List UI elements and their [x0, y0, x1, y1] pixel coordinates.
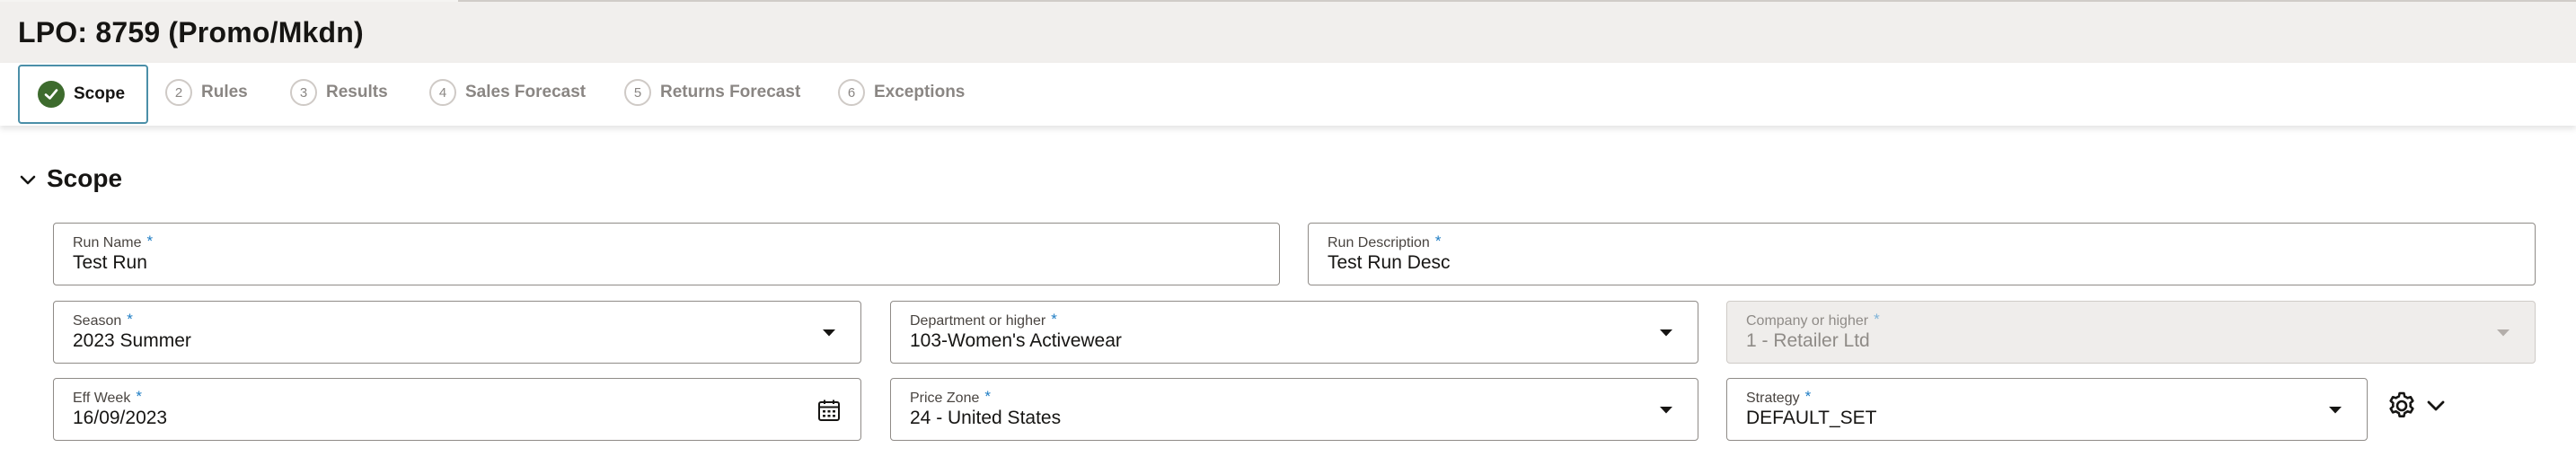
step-number-badge: 5	[624, 79, 651, 106]
department-select[interactable]: Department or higher * 103-Women's Active…	[890, 301, 1698, 364]
company-value: 1 - Retailer Ltd	[1746, 330, 1870, 351]
field-label: Department or higher *	[910, 311, 1057, 329]
run-description-input[interactable]: Test Run Desc	[1328, 252, 1451, 274]
calendar-icon[interactable]	[816, 397, 842, 424]
field-label: Run Name *	[73, 233, 154, 250]
department-value[interactable]: 103-Women's Activewear	[910, 330, 1122, 352]
train-step-scope[interactable]: Scope	[18, 65, 148, 124]
required-marker: *	[1874, 311, 1880, 328]
section-title: Scope	[47, 163, 123, 192]
scope-section-header[interactable]: Scope	[18, 162, 122, 195]
chevron-down-icon	[2490, 320, 2517, 347]
required-marker: *	[146, 233, 154, 250]
train-step-label: Scope	[74, 84, 126, 103]
season-select[interactable]: Season * 2023 Summer	[53, 301, 861, 364]
required-marker: *	[136, 388, 142, 405]
season-value[interactable]: 2023 Summer	[73, 330, 191, 352]
eff-week-input[interactable]: 16/09/2023	[73, 408, 167, 429]
run-description-field[interactable]: Run Description * Test Run Desc	[1308, 223, 2536, 285]
train-step-label: Sales Forecast	[465, 83, 587, 101]
eff-week-field[interactable]: Eff Week * 16/09/2023	[53, 378, 861, 441]
gear-icon[interactable]	[2386, 390, 2418, 422]
step-number-badge: 2	[165, 79, 192, 106]
train-step-results[interactable]: 3 Results	[290, 63, 388, 122]
step-number-badge: 4	[429, 79, 456, 106]
required-marker: *	[1051, 311, 1057, 328]
required-marker: *	[127, 311, 133, 328]
price-zone-value[interactable]: 24 - United States	[910, 408, 1061, 429]
train-step-label: Results	[326, 83, 388, 101]
process-train: Scope 2 Rules 3 Results 4 Sales Forecast…	[0, 63, 2576, 126]
required-marker: *	[984, 388, 991, 405]
check-icon	[38, 81, 65, 108]
company-select: Company or higher * 1 - Retailer Ltd	[1726, 301, 2536, 364]
step-number-badge: 3	[290, 79, 317, 106]
chevron-down-icon[interactable]	[2322, 397, 2349, 424]
train-step-returns-forecast[interactable]: 5 Returns Forecast	[624, 63, 800, 122]
chevron-down-icon[interactable]	[18, 162, 38, 195]
field-label: Price Zone *	[910, 388, 991, 406]
step-number-badge: 6	[838, 79, 865, 106]
run-name-field[interactable]: Run Name * Test Run	[53, 223, 1280, 285]
chevron-down-icon[interactable]	[816, 320, 842, 347]
field-label: Run Description *	[1328, 233, 1442, 250]
train-step-label: Exceptions	[874, 83, 966, 101]
required-marker: *	[1434, 233, 1442, 250]
train-step-label: Returns Forecast	[660, 83, 801, 101]
page-title: LPO: 8759 (Promo/Mkdn)	[18, 16, 364, 48]
chevron-down-icon[interactable]	[1653, 320, 1680, 347]
field-label: Eff Week *	[73, 388, 142, 406]
price-zone-select[interactable]: Price Zone * 24 - United States	[890, 378, 1698, 441]
train-step-sales-forecast[interactable]: 4 Sales Forecast	[429, 63, 586, 122]
strategy-select[interactable]: Strategy * DEFAULT_SET	[1726, 378, 2368, 441]
page-header: LPO: 8759 (Promo/Mkdn)	[0, 2, 2576, 63]
chevron-down-icon[interactable]	[2423, 393, 2448, 418]
required-marker: *	[1804, 388, 1812, 405]
field-label: Company or higher *	[1746, 311, 1880, 329]
train-step-rules[interactable]: 2 Rules	[165, 63, 248, 122]
run-name-input[interactable]: Test Run	[73, 252, 147, 274]
chevron-down-icon[interactable]	[1653, 397, 1680, 424]
strategy-value[interactable]: DEFAULT_SET	[1746, 408, 1876, 429]
train-step-label: Rules	[201, 83, 248, 101]
field-label: Strategy *	[1746, 388, 1812, 406]
train-step-exceptions[interactable]: 6 Exceptions	[838, 63, 965, 122]
field-label: Season *	[73, 311, 133, 329]
